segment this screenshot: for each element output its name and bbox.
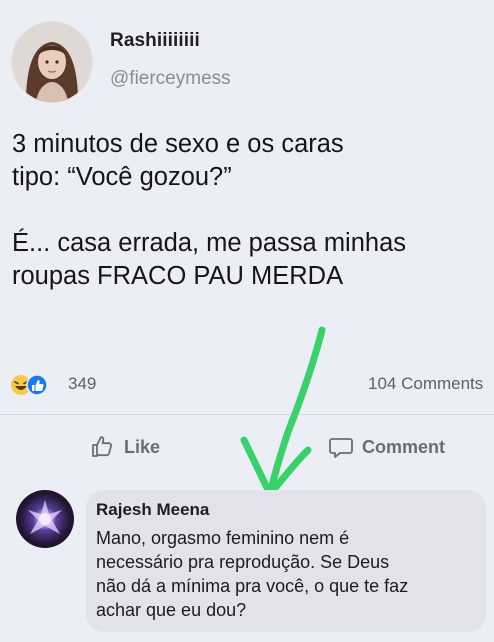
social-post-screenshot: Rashiiiiiiii @fierceymess 3 minutos de s… <box>0 0 494 642</box>
display-name[interactable]: Rashiiiiiiii <box>110 30 200 52</box>
commenter-photo <box>28 500 62 534</box>
comment-text-line: necessário pra reprodução. Se Deus <box>96 552 390 572</box>
comment-text-line: não dá a mínima pra você, o que te faz <box>96 576 409 596</box>
post-text-line: tipo: “Você gozou?” <box>12 163 232 191</box>
username-handle[interactable]: @fierceymess <box>110 68 231 90</box>
thumbs-up-icon <box>26 374 48 396</box>
comment-text-line: Mano, orgasmo feminino nem é <box>96 528 350 548</box>
comment-count[interactable]: 104 Comments <box>368 374 483 394</box>
comment-label: Comment <box>362 436 446 457</box>
post-text: 3 minutos de sexo e os caras tipo: “Você… <box>12 128 494 293</box>
like-label: Like <box>124 436 161 457</box>
post-text-line: 3 minutos de sexo e os caras <box>12 130 344 158</box>
thumbs-up-outline-icon <box>92 436 112 457</box>
commenter-avatar[interactable] <box>16 490 74 548</box>
profile-avatar[interactable] <box>12 22 92 102</box>
profile-photo <box>12 22 92 102</box>
reaction-count[interactable]: 349 <box>68 374 96 394</box>
hand-drawn-arrow-icon <box>240 326 326 498</box>
comment-text: Mano, orgasmo feminino nem é necessário … <box>96 526 484 622</box>
reaction-icons[interactable] <box>10 374 64 396</box>
post-text-line: roupas FRACO PAU MERDA <box>12 262 344 290</box>
commenter-name[interactable]: Rajesh Meena <box>96 500 209 520</box>
like-button[interactable]: Like <box>90 434 160 460</box>
post-text-line: É... casa errada, me passa minhas <box>12 229 407 257</box>
comment-text-line: achar que eu dou? <box>96 600 247 620</box>
